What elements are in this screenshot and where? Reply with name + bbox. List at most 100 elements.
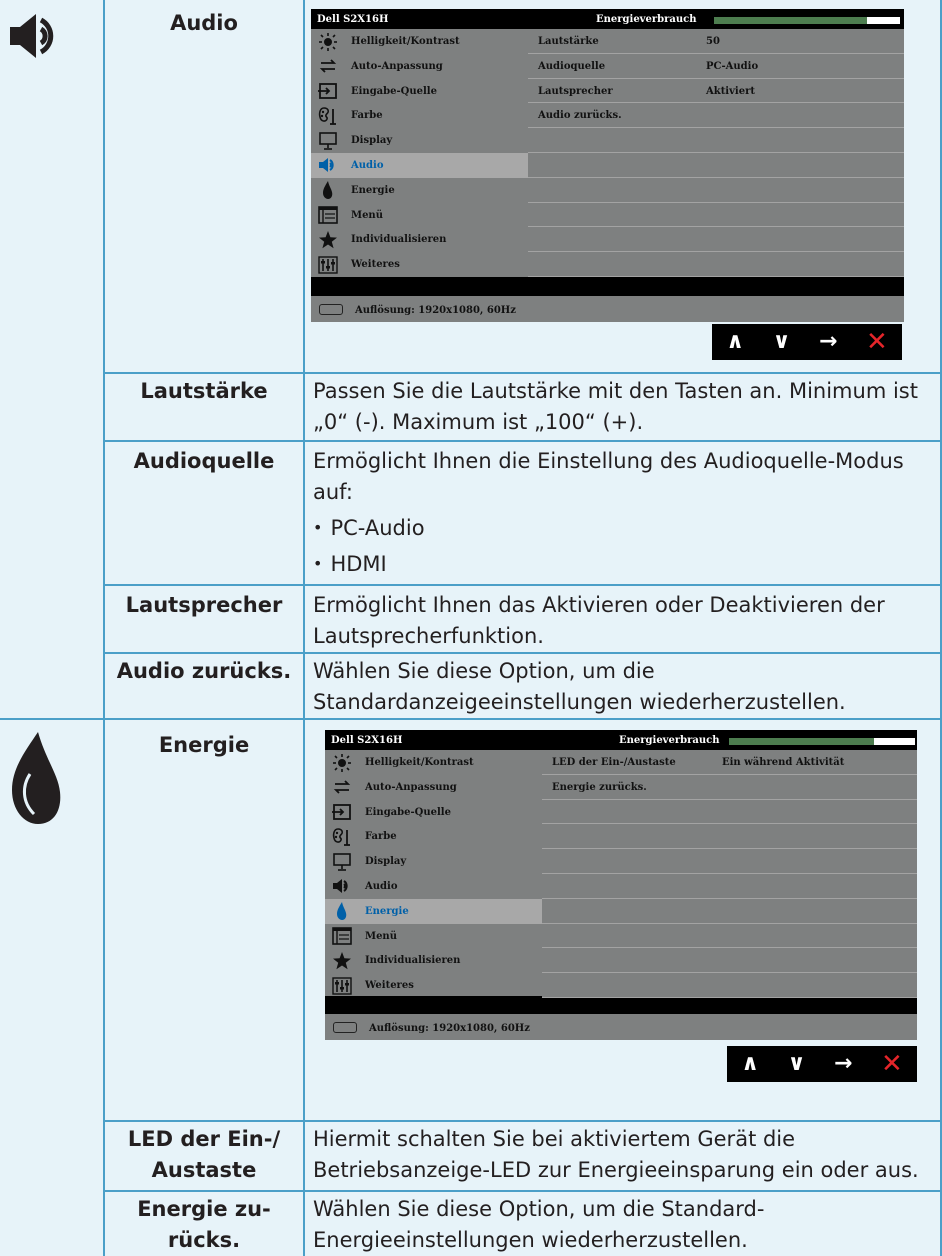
osd-menu-item[interactable]: Individualisieren bbox=[311, 227, 528, 252]
speaker-icon bbox=[317, 156, 339, 175]
grid-line bbox=[303, 0, 305, 1256]
vga-icon bbox=[333, 1022, 357, 1033]
osd-setting-row[interactable]: Lautstärke 50 bbox=[528, 29, 904, 54]
energy-meter bbox=[714, 17, 900, 24]
osd-empty-row bbox=[542, 923, 917, 949]
star-icon bbox=[331, 951, 353, 970]
enter-button[interactable]: → bbox=[834, 1053, 852, 1075]
row-description-text: Ermöglicht Ihnen die Einstellung des Aud… bbox=[313, 449, 904, 504]
osd-menu-item[interactable]: Weiteres bbox=[325, 973, 542, 998]
resolution-text: Auflösung: 1920x1080, 60Hz bbox=[369, 1023, 530, 1034]
osd-menu-item-label: Individualisieren bbox=[351, 234, 447, 246]
row-label: Energie zu- rücks. bbox=[137, 1197, 271, 1252]
row-label: Lautsprecher bbox=[125, 593, 283, 617]
osd-empty-row bbox=[528, 177, 904, 203]
osd-menu-item[interactable]: Eingabe-Quelle bbox=[311, 79, 528, 104]
osd-menu-item[interactable]: Energie bbox=[311, 178, 528, 203]
down-button[interactable]: ∨ bbox=[773, 331, 791, 353]
osd-menu-item[interactable]: Display bbox=[311, 128, 528, 153]
menu-icon bbox=[331, 927, 353, 946]
osd-menu-item-label: Helligkeit/Kontrast bbox=[351, 36, 460, 47]
energy-icon bbox=[317, 181, 339, 200]
color-icon bbox=[317, 106, 339, 125]
osd-menu-item-label: Audio bbox=[351, 159, 384, 171]
osd-menu-item-label: Farbe bbox=[365, 831, 397, 843]
osd-setting-row[interactable]: LED der Ein-/Austaste Ein während Aktivit… bbox=[542, 750, 917, 775]
osd-footer: Auflösung: 1920x1080, 60Hz bbox=[325, 1014, 917, 1040]
osd-menu-item-label: Auto-Anpassung bbox=[351, 60, 443, 72]
osd-menu-item-label: Farbe bbox=[351, 110, 383, 122]
row-description: Ermöglicht Ihnen die Einstellung des Aud… bbox=[313, 446, 933, 580]
osd-setting-row[interactable]: Lautsprecher Aktiviert bbox=[528, 78, 904, 104]
enter-button[interactable]: → bbox=[819, 331, 837, 353]
input-source-icon bbox=[317, 82, 339, 101]
osd-menu-item[interactable]: Individualisieren bbox=[325, 948, 542, 973]
osd-menu-item[interactable]: Auto-Anpassung bbox=[325, 775, 542, 800]
osd-setting-row[interactable]: Audio zurücks. bbox=[528, 103, 904, 129]
osd-menu-item[interactable]: Audio bbox=[325, 874, 542, 899]
osd-model: Dell S2X16H bbox=[331, 735, 403, 746]
grid-line bbox=[103, 1190, 942, 1192]
exit-button[interactable]: ✕ bbox=[881, 1051, 903, 1077]
osd-setting-label: Audio zurücks. bbox=[538, 110, 622, 122]
grid-line bbox=[103, 1120, 942, 1122]
sliders-icon bbox=[331, 976, 353, 995]
up-button[interactable]: ∧ bbox=[726, 331, 744, 353]
grid-line bbox=[103, 440, 942, 442]
osd-empty-row bbox=[528, 202, 904, 228]
color-icon bbox=[331, 827, 353, 846]
bullet-item: HDMI bbox=[313, 548, 933, 580]
osd-empty-row bbox=[528, 252, 904, 277]
auto-adjust-icon bbox=[317, 57, 339, 76]
osd-menu-item[interactable]: Weiteres bbox=[311, 252, 528, 277]
osd-menu-item-label: Menü bbox=[351, 209, 383, 221]
bullet-item: PC-Audio bbox=[313, 512, 933, 544]
row-description: Wählen Sie diese Option, um die Standard… bbox=[313, 1197, 765, 1252]
row-description: Passen Sie die Lautstärke mit den Tasten… bbox=[313, 379, 918, 434]
row-label: LED der Ein-/ Austaste bbox=[127, 1127, 281, 1182]
osd-empty-row bbox=[542, 849, 917, 874]
up-button[interactable]: ∧ bbox=[741, 1053, 759, 1075]
osd-setting-label: Audioquelle bbox=[538, 60, 606, 72]
osd-setting-value: 50 bbox=[706, 36, 720, 47]
osd-menu: Helligkeit/Kontrast Auto-Anpassung Eingabe… bbox=[325, 750, 542, 996]
section-label: Audio bbox=[170, 11, 238, 35]
osd-menu-item[interactable]: Farbe bbox=[325, 824, 542, 849]
osd-setting-row[interactable]: Energie zurücks. bbox=[542, 774, 917, 800]
osd-menu-item[interactable]: Menü bbox=[325, 924, 542, 949]
osd-setting-value: PC-Audio bbox=[706, 60, 759, 72]
osd-menu-item[interactable]: Energie bbox=[325, 898, 542, 924]
osd-menu-item[interactable]: Menü bbox=[311, 203, 528, 228]
osd-setting-value: Ein während Aktivität bbox=[722, 757, 845, 768]
exit-button[interactable]: ✕ bbox=[866, 329, 888, 355]
osd-menu-item[interactable]: Farbe bbox=[311, 103, 528, 128]
osd-panel: Dell S2X16H Energieverbrauch Helligkeit/… bbox=[311, 9, 904, 322]
energy-meter-label: Energieverbrauch bbox=[619, 735, 720, 746]
osd-menu-item[interactable]: Display bbox=[325, 849, 542, 874]
auto-adjust-icon bbox=[331, 778, 353, 797]
osd-menu-item-label: Auto-Anpassung bbox=[365, 781, 457, 793]
osd-menu-item-label: Individualisieren bbox=[365, 955, 461, 967]
osd-setting-row[interactable]: Audioquelle PC-Audio bbox=[528, 53, 904, 79]
osd-menu-item[interactable]: Eingabe-Quelle bbox=[325, 800, 542, 825]
osd-menu-item[interactable]: Auto-Anpassung bbox=[311, 54, 528, 79]
speaker-icon bbox=[10, 14, 54, 58]
osd-menu-item[interactable]: Helligkeit/Kontrast bbox=[311, 29, 528, 54]
osd-menu-item-label: Energie bbox=[351, 184, 395, 196]
osd-top-bar: Dell S2X16H Energieverbrauch bbox=[325, 730, 917, 750]
osd-menu-item-label: Weiteres bbox=[365, 980, 414, 992]
sun-icon bbox=[317, 32, 339, 51]
star-icon bbox=[317, 230, 339, 249]
osd-menu-item-label: Display bbox=[365, 856, 407, 868]
grid-line bbox=[103, 372, 942, 374]
osd-menu-item-label: Eingabe-Quelle bbox=[351, 85, 437, 97]
osd-menu-item[interactable]: Audio bbox=[311, 152, 528, 178]
osd-menu-item[interactable]: Helligkeit/Kontrast bbox=[325, 750, 542, 775]
bullet-text: PC-Audio bbox=[330, 516, 425, 540]
osd-menu-item-label: Helligkeit/Kontrast bbox=[365, 757, 474, 768]
osd-empty-row bbox=[542, 799, 917, 825]
down-button[interactable]: ∨ bbox=[788, 1053, 806, 1075]
row-description: Hiermit schalten Sie bei aktiviertem Ger… bbox=[313, 1127, 919, 1182]
energy-icon bbox=[12, 732, 61, 824]
osd-menu: Helligkeit/Kontrast Auto-Anpassung Eingabe… bbox=[311, 29, 528, 277]
